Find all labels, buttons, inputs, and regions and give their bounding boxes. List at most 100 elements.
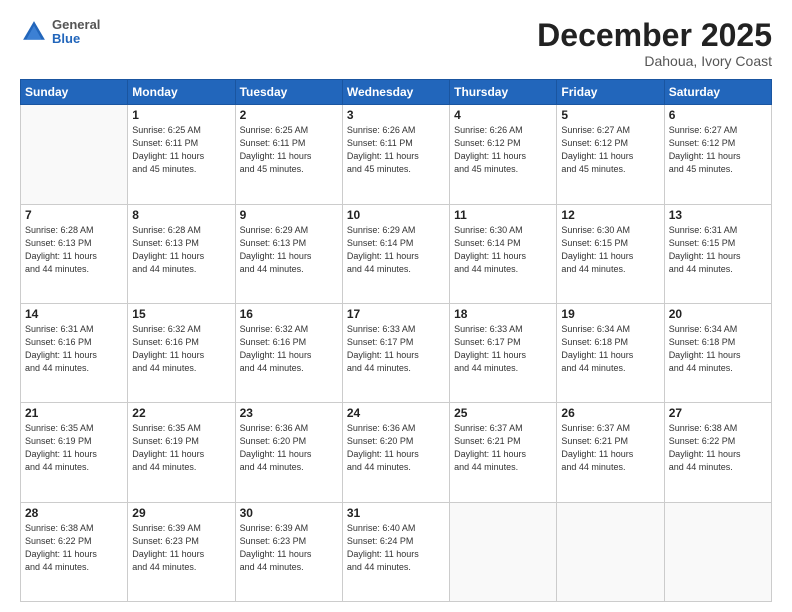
day-number: 14 [25, 307, 123, 321]
day-info: Sunrise: 6:36 AM Sunset: 6:20 PM Dayligh… [347, 422, 445, 474]
calendar-cell: 21 Sunrise: 6:35 AM Sunset: 6:19 PM Dayli… [21, 403, 128, 502]
day-info: Sunrise: 6:38 AM Sunset: 6:22 PM Dayligh… [25, 522, 123, 574]
day-number: 18 [454, 307, 552, 321]
day-number: 4 [454, 108, 552, 122]
calendar-cell: 23Sunrise: 6:36 AM Sunset: 6:20 PM Dayli… [235, 403, 342, 502]
header-monday: Monday [128, 80, 235, 105]
day-info: Sunrise: 6:32 AM Sunset: 6:16 PM Dayligh… [132, 323, 230, 375]
day-number: 10 [347, 208, 445, 222]
calendar-cell: 17 Sunrise: 6:33 AM Sunset: 6:17 PM Dayli… [342, 303, 449, 402]
calendar-cell: 24 Sunrise: 6:36 AM Sunset: 6:20 PM Dayli… [342, 403, 449, 502]
calendar-cell: 4Sunrise: 6:26 AM Sunset: 6:12 PM Daylig… [450, 105, 557, 204]
calendar-week-0: 1 Sunrise: 6:25 AM Sunset: 6:11 PM Daylig… [21, 105, 772, 204]
day-number: 5 [561, 108, 659, 122]
day-info: Sunrise: 6:30 AM Sunset: 6:15 PM Dayligh… [561, 224, 659, 276]
calendar-cell: 28 Sunrise: 6:38 AM Sunset: 6:22 PM Dayli… [21, 502, 128, 601]
calendar-cell: 5 Sunrise: 6:27 AM Sunset: 6:12 PM Daylig… [557, 105, 664, 204]
day-info: Sunrise: 6:29 AM Sunset: 6:13 PM Dayligh… [240, 224, 338, 276]
day-number: 26 [561, 406, 659, 420]
calendar-cell: 6 Sunrise: 6:27 AM Sunset: 6:12 PM Daylig… [664, 105, 771, 204]
calendar-cell: 7 Sunrise: 6:28 AM Sunset: 6:13 PM Daylig… [21, 204, 128, 303]
calendar-cell: 18Sunrise: 6:33 AM Sunset: 6:17 PM Dayli… [450, 303, 557, 402]
day-info: Sunrise: 6:34 AM Sunset: 6:18 PM Dayligh… [669, 323, 767, 375]
day-info: Sunrise: 6:30 AM Sunset: 6:14 PM Dayligh… [454, 224, 552, 276]
calendar-cell: 1 Sunrise: 6:25 AM Sunset: 6:11 PM Daylig… [128, 105, 235, 204]
day-number: 27 [669, 406, 767, 420]
day-number: 21 [25, 406, 123, 420]
calendar-cell [450, 502, 557, 601]
calendar-cell: 2Sunrise: 6:25 AM Sunset: 6:11 PM Daylig… [235, 105, 342, 204]
day-number: 1 [132, 108, 230, 122]
calendar-cell: 30 Sunrise: 6:39 AM Sunset: 6:23 PM Dayli… [235, 502, 342, 601]
logo-general: General [52, 18, 100, 32]
calendar-cell: 16 Sunrise: 6:32 AM Sunset: 6:16 PM Dayli… [235, 303, 342, 402]
calendar-cell: 13 Sunrise: 6:31 AM Sunset: 6:15 PM Dayli… [664, 204, 771, 303]
day-info: Sunrise: 6:25 AM Sunset: 6:11 PM Dayligh… [132, 124, 230, 176]
calendar-week-1: 7 Sunrise: 6:28 AM Sunset: 6:13 PM Daylig… [21, 204, 772, 303]
header-wednesday: Wednesday [342, 80, 449, 105]
day-number: 17 [347, 307, 445, 321]
month-title: December 2025 [537, 18, 772, 53]
day-info: Sunrise: 6:28 AM Sunset: 6:13 PM Dayligh… [25, 224, 123, 276]
day-number: 22 [132, 406, 230, 420]
day-info: Sunrise: 6:31 AM Sunset: 6:15 PM Dayligh… [669, 224, 767, 276]
page: General Blue December 2025 Dahoua, Ivory… [0, 0, 792, 612]
day-number: 29 [132, 506, 230, 520]
header-tuesday: Tuesday [235, 80, 342, 105]
day-info: Sunrise: 6:38 AM Sunset: 6:22 PM Dayligh… [669, 422, 767, 474]
day-info: Sunrise: 6:28 AM Sunset: 6:13 PM Dayligh… [132, 224, 230, 276]
logo-blue: Blue [52, 32, 100, 46]
header-thursday: Thursday [450, 80, 557, 105]
day-number: 30 [240, 506, 338, 520]
day-number: 3 [347, 108, 445, 122]
day-number: 24 [347, 406, 445, 420]
calendar-cell: 19Sunrise: 6:34 AM Sunset: 6:18 PM Dayli… [557, 303, 664, 402]
day-number: 12 [561, 208, 659, 222]
day-info: Sunrise: 6:29 AM Sunset: 6:14 PM Dayligh… [347, 224, 445, 276]
day-number: 28 [25, 506, 123, 520]
day-info: Sunrise: 6:27 AM Sunset: 6:12 PM Dayligh… [561, 124, 659, 176]
day-info: Sunrise: 6:27 AM Sunset: 6:12 PM Dayligh… [669, 124, 767, 176]
day-number: 8 [132, 208, 230, 222]
day-number: 23 [240, 406, 338, 420]
location-title: Dahoua, Ivory Coast [537, 53, 772, 69]
calendar-cell: 14Sunrise: 6:31 AM Sunset: 6:16 PM Dayli… [21, 303, 128, 402]
day-info: Sunrise: 6:35 AM Sunset: 6:19 PM Dayligh… [25, 422, 123, 474]
calendar-cell: 8 Sunrise: 6:28 AM Sunset: 6:13 PM Daylig… [128, 204, 235, 303]
day-info: Sunrise: 6:39 AM Sunset: 6:23 PM Dayligh… [240, 522, 338, 574]
header-friday: Friday [557, 80, 664, 105]
weekday-header-row: Sunday Monday Tuesday Wednesday Thursday… [21, 80, 772, 105]
logo: General Blue [20, 18, 100, 47]
day-info: Sunrise: 6:37 AM Sunset: 6:21 PM Dayligh… [454, 422, 552, 474]
calendar-cell: 20Sunrise: 6:34 AM Sunset: 6:18 PM Dayli… [664, 303, 771, 402]
day-info: Sunrise: 6:32 AM Sunset: 6:16 PM Dayligh… [240, 323, 338, 375]
day-number: 19 [561, 307, 659, 321]
calendar-cell [21, 105, 128, 204]
day-number: 6 [669, 108, 767, 122]
calendar-cell: 12 Sunrise: 6:30 AM Sunset: 6:15 PM Dayli… [557, 204, 664, 303]
calendar-table: Sunday Monday Tuesday Wednesday Thursday… [20, 79, 772, 602]
day-number: 9 [240, 208, 338, 222]
header-saturday: Saturday [664, 80, 771, 105]
calendar-cell: 11Sunrise: 6:30 AM Sunset: 6:14 PM Dayli… [450, 204, 557, 303]
day-number: 31 [347, 506, 445, 520]
day-number: 7 [25, 208, 123, 222]
calendar-week-4: 28 Sunrise: 6:38 AM Sunset: 6:22 PM Dayli… [21, 502, 772, 601]
header-sunday: Sunday [21, 80, 128, 105]
calendar-cell: 3Sunrise: 6:26 AM Sunset: 6:11 PM Daylig… [342, 105, 449, 204]
day-number: 13 [669, 208, 767, 222]
title-block: December 2025 Dahoua, Ivory Coast [537, 18, 772, 69]
logo-icon [20, 18, 48, 46]
day-info: Sunrise: 6:33 AM Sunset: 6:17 PM Dayligh… [347, 323, 445, 375]
calendar-cell: 15Sunrise: 6:32 AM Sunset: 6:16 PM Dayli… [128, 303, 235, 402]
day-number: 25 [454, 406, 552, 420]
day-info: Sunrise: 6:40 AM Sunset: 6:24 PM Dayligh… [347, 522, 445, 574]
day-number: 16 [240, 307, 338, 321]
calendar-cell: 29Sunrise: 6:39 AM Sunset: 6:23 PM Dayli… [128, 502, 235, 601]
calendar-cell: 26Sunrise: 6:37 AM Sunset: 6:21 PM Dayli… [557, 403, 664, 502]
day-info: Sunrise: 6:35 AM Sunset: 6:19 PM Dayligh… [132, 422, 230, 474]
logo-text: General Blue [52, 18, 100, 47]
calendar-cell: 10 Sunrise: 6:29 AM Sunset: 6:14 PM Dayli… [342, 204, 449, 303]
day-info: Sunrise: 6:25 AM Sunset: 6:11 PM Dayligh… [240, 124, 338, 176]
calendar-cell: 27 Sunrise: 6:38 AM Sunset: 6:22 PM Dayli… [664, 403, 771, 502]
